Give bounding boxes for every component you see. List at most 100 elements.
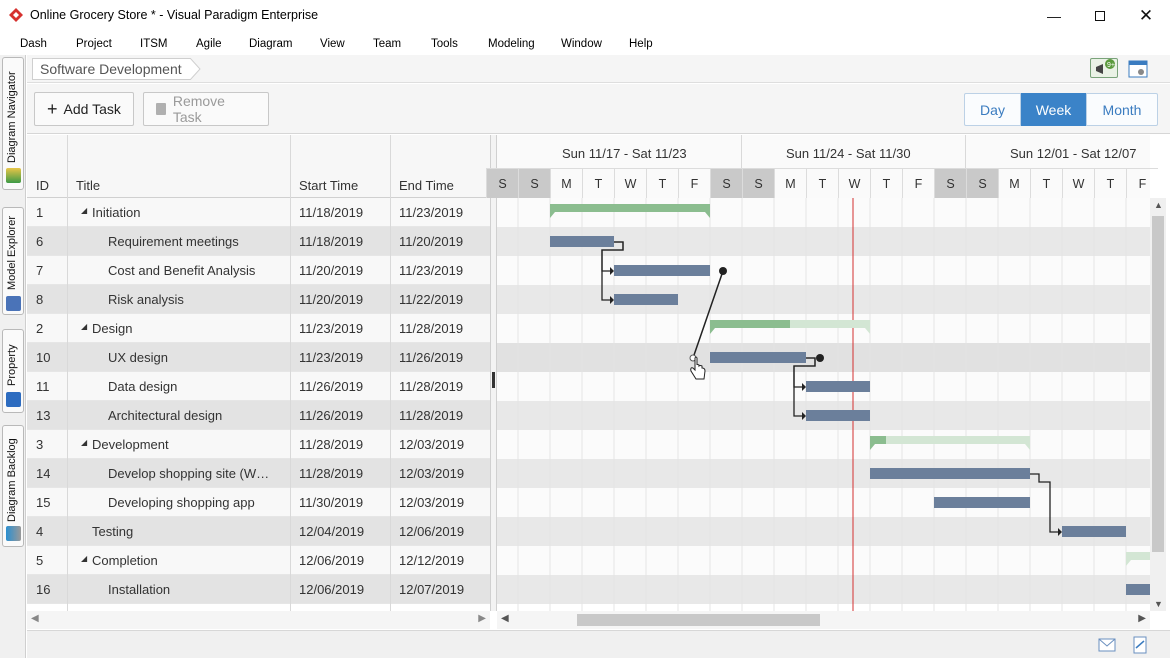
column-header-end-time[interactable]: End Time [399, 178, 454, 193]
menu-project[interactable]: Project [76, 38, 112, 50]
view-month-label: Month [1102, 101, 1142, 118]
gantt-chart[interactable] [497, 198, 1150, 611]
rail-tab-diagram-backlog[interactable]: Diagram Backlog [2, 425, 24, 547]
menu-diagram[interactable]: Diagram [249, 38, 292, 50]
add-task-button[interactable]: + Add Task [34, 92, 134, 126]
task-title: Risk analysis [108, 292, 184, 307]
notes-icon[interactable] [1132, 636, 1148, 654]
maximize-button[interactable] [1077, 0, 1123, 32]
week-divider [965, 135, 966, 168]
menu-dash[interactable]: Dash [20, 38, 47, 50]
property-icon [6, 392, 21, 407]
task-start-time: 11/26/2019 [299, 408, 364, 423]
grid-chart-splitter[interactable] [490, 135, 497, 611]
menu-team[interactable]: Team [373, 38, 401, 50]
rail-tab-label: Diagram Navigator [6, 71, 18, 163]
task-title: Cost and Benefit Analysis [108, 263, 256, 278]
task-end-time: 12/03/2019 [399, 466, 465, 481]
day-cell: S [934, 168, 966, 198]
day-cell: T [1094, 168, 1126, 198]
week-label: Sun 12/01 - Sat 12/07 [1010, 146, 1137, 161]
horizontal-scroll-thumb[interactable] [577, 614, 820, 626]
day-cell: T [646, 168, 678, 198]
scroll-right-icon[interactable]: ▶ [478, 613, 486, 624]
chart-row [497, 546, 1150, 575]
view-month-button[interactable]: Month [1086, 93, 1158, 126]
vertical-scroll-thumb[interactable] [1152, 216, 1164, 552]
task-id: 5 [36, 553, 44, 568]
breadcrumb[interactable]: Software Development [32, 58, 191, 80]
announcement-button[interactable]: 9+ [1090, 58, 1118, 78]
day-cell: S [710, 168, 742, 198]
grid-horizontal-scrollbar[interactable]: ◀ ▶ [27, 611, 490, 629]
svg-text:9+: 9+ [1107, 62, 1115, 69]
task-id: 15 [36, 495, 51, 510]
status-bar [27, 630, 1170, 658]
menu-help[interactable]: Help [629, 38, 653, 50]
chart-row [497, 256, 1150, 285]
menu-itsm[interactable]: ITSM [140, 38, 167, 50]
column-header-id[interactable]: ID [36, 178, 49, 193]
day-cell: T [870, 168, 902, 198]
task-start-time: 12/06/2019 [299, 553, 365, 568]
task-bar [614, 294, 678, 305]
task-end-time: 11/20/2019 [399, 234, 464, 249]
rail-tab-label: Model Explorer [6, 216, 18, 290]
week-divider [741, 135, 742, 168]
column-header-start-time[interactable]: Start Time [299, 178, 358, 193]
collapse-toggle-icon[interactable]: ◢ [81, 438, 87, 447]
collapse-toggle-icon[interactable]: ◢ [81, 554, 87, 563]
view-day-button[interactable]: Day [964, 93, 1021, 126]
task-id: 3 [36, 437, 44, 452]
view-week-label: Week [1035, 101, 1072, 118]
task-start-time: 11/20/2019 [299, 263, 364, 278]
add-task-label: Add Task [63, 101, 121, 117]
maximize-icon [1095, 11, 1105, 21]
close-button[interactable]: ✕ [1123, 0, 1169, 32]
menu-view[interactable]: View [320, 38, 345, 50]
diagram-settings-button[interactable] [1127, 58, 1149, 80]
task-bar [1126, 584, 1150, 595]
task-title: Completion [92, 553, 158, 568]
task-end-time: 11/23/2019 [399, 205, 464, 220]
collapse-toggle-icon[interactable]: ◢ [81, 206, 87, 215]
task-id: 7 [36, 263, 44, 278]
day-cell: W [614, 168, 646, 198]
scroll-left-icon[interactable]: ◀ [31, 613, 39, 624]
task-bar [870, 468, 1030, 479]
day-cell: F [1126, 168, 1158, 198]
day-cell: F [902, 168, 934, 198]
summary-bar-progress [710, 320, 790, 328]
menu-agile[interactable]: Agile [196, 38, 222, 50]
task-id: 8 [36, 292, 44, 307]
chart-horizontal-scrollbar[interactable]: ◀ ▶ [497, 611, 1150, 629]
menu-window[interactable]: Window [561, 38, 602, 50]
panel-layout-icon [1128, 60, 1148, 78]
minimize-button[interactable]: — [1031, 0, 1077, 32]
task-end-time: 11/23/2019 [399, 263, 464, 278]
scroll-left-icon[interactable]: ◀ [501, 613, 509, 624]
task-title: Develop shopping site (W… [108, 466, 270, 481]
column-header-title[interactable]: Title [76, 178, 100, 193]
task-id: 2 [36, 321, 44, 336]
task-start-time: 11/23/2019 [299, 321, 364, 336]
mail-icon[interactable] [1098, 638, 1116, 652]
menu-tools[interactable]: Tools [431, 38, 458, 50]
column-divider [390, 135, 391, 611]
scroll-right-icon[interactable]: ▶ [1138, 613, 1146, 624]
task-title: Design [92, 321, 133, 336]
rail-tab-property[interactable]: Property [2, 329, 24, 413]
task-id: 14 [36, 466, 51, 481]
task-end-time: 11/26/2019 [399, 350, 464, 365]
remove-task-button[interactable]: Remove Task [143, 92, 269, 126]
collapse-toggle-icon[interactable]: ◢ [81, 322, 87, 331]
scroll-down-icon[interactable]: ▼ [1154, 599, 1163, 609]
rail-tab-model-explorer[interactable]: Model Explorer [2, 207, 24, 315]
task-bar [1062, 526, 1126, 537]
scroll-up-icon[interactable]: ▲ [1154, 200, 1163, 210]
rail-tab-diagram-navigator[interactable]: Diagram Navigator [2, 57, 24, 190]
chart-vertical-scrollbar[interactable]: ▲ ▼ [1150, 198, 1166, 611]
day-cell: S [742, 168, 774, 198]
menu-modeling[interactable]: Modeling [488, 38, 535, 50]
view-week-button[interactable]: Week [1021, 93, 1086, 126]
